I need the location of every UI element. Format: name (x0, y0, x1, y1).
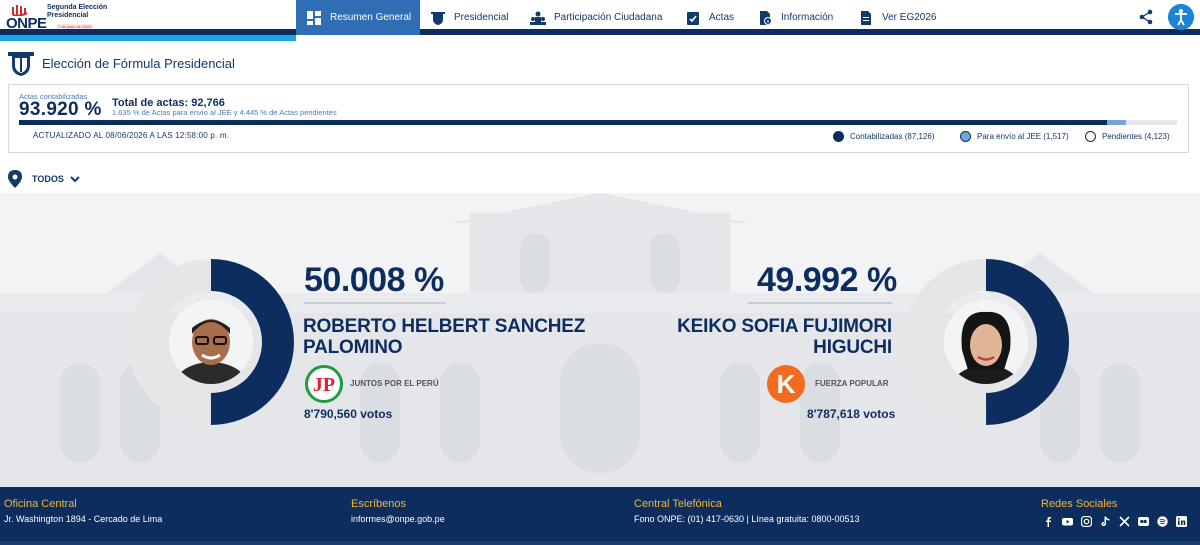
youtube-icon[interactable] (1062, 514, 1073, 526)
results-hero: 50.008 % ROBERTO HELBERT SANCHEZ PALOMIN… (0, 193, 1200, 487)
legend-dot (1085, 131, 1096, 142)
page-title-row: Elección de Fórmula Presidencial (6, 48, 235, 78)
dashboard-icon (307, 10, 321, 25)
nav-resumen-general[interactable]: Resumen General (296, 0, 420, 35)
logo-text: ONPE (6, 15, 47, 32)
actas-percentage: 93.920 % (19, 99, 102, 120)
candidate-2-votes: 8'787,618 votos (807, 407, 896, 421)
location-pin-icon (8, 170, 22, 188)
legend-label: Contabilizadas (87,126) (850, 132, 935, 141)
page-title: Elección de Fórmula Presidencial (42, 55, 235, 71)
nav-label: Presidencial (454, 12, 509, 23)
info-document-icon (760, 10, 772, 25)
legend-contabilizadas: Contabilizadas (87,126) (833, 131, 935, 142)
candidate-1-name: ROBERTO HELBERT SANCHEZ PALOMINO (303, 316, 585, 358)
tiktok-icon[interactable] (1100, 514, 1111, 526)
legend-dot (833, 131, 844, 142)
x-icon[interactable] (1119, 514, 1130, 527)
party-logo-text: JP (313, 374, 335, 396)
candidate-1-name-line1: ROBERTO HELBERT SANCHEZ (303, 316, 586, 337)
actas-summary-card: Actas contabilizadas 93.920 % Total de a… (8, 84, 1189, 153)
party-logo-text: K (777, 369, 796, 399)
progress-jee (1106, 120, 1126, 125)
actas-sub-note: 1.635 % de Actas para envío al JEE y 4.4… (112, 108, 337, 117)
clipboard-check-icon (687, 11, 699, 25)
flickr-icon[interactable] (1138, 514, 1149, 526)
footer: Oficina Central Jr. Washington 1894 - Ce… (0, 487, 1200, 545)
nav-label: Actas (709, 12, 735, 23)
divider (304, 302, 446, 304)
candidate-2-name: KEIKO SOFIA FUJIMORI HIGUCHI (660, 316, 892, 358)
nav-label: Ver EG2026 (882, 12, 937, 23)
coat-of-arms-icon (431, 11, 445, 25)
footer-social-heading: Redes Sociales (1041, 498, 1118, 510)
fuerza-popular-logo: K (767, 365, 805, 403)
spotify-icon[interactable] (1157, 514, 1168, 527)
footer-bottom-strip (0, 541, 1200, 545)
candidate-2-name-line2: HIGUCHI (813, 337, 892, 358)
footer-phone-text: Fono ONPE: (01) 417-0630 | Línea gratuit… (634, 514, 860, 524)
legend-jee: Para envío al JEE (1,517) (960, 131, 1069, 142)
logo-date: 7 de junio de 2026 (56, 24, 93, 29)
candidate-2-name-line1: KEIKO SOFIA FUJIMORI (677, 316, 892, 337)
candidate-1-votes: 8'790,560 votos (304, 407, 393, 421)
candidate-1-percentage: 50.008 % (304, 261, 444, 299)
share-icon[interactable] (1138, 9, 1154, 25)
legend-label: Pendientes (4,123) (1102, 132, 1170, 141)
coat-of-arms-icon (8, 52, 34, 76)
legend-dot (960, 131, 971, 142)
footer-write-heading: Escríbenos (351, 498, 407, 510)
nav-label: Participación Ciudadana (554, 12, 663, 23)
accessibility-icon[interactable] (1168, 4, 1194, 30)
juntos-por-el-peru-logo: JP (305, 365, 343, 403)
nav-informacion[interactable]: Información (757, 0, 833, 35)
nav-label: Información (781, 12, 834, 23)
candidate-1-photo (169, 300, 253, 384)
legend-label: Para envío al JEE (1,517) (977, 132, 1069, 141)
social-links (1043, 514, 1195, 528)
footer-email-link[interactable]: informes@onpe.gob.pe (351, 514, 445, 524)
candidate-2-party: FUERZA POPULAR (815, 379, 889, 388)
top-navigation: ONPE Segunda Elección Presidencial 7 de … (0, 0, 1200, 35)
candidate-1-name-line2: PALOMINO (303, 337, 403, 358)
footer-office-heading: Oficina Central (4, 498, 77, 510)
header-accent-bar (0, 35, 296, 41)
linkedin-icon[interactable] (1176, 514, 1187, 527)
actas-progress-bar (19, 120, 1177, 125)
nav-actas[interactable]: Actas (685, 0, 734, 35)
progress-contabilizadas (19, 120, 1107, 125)
nav-presidencial[interactable]: Presidencial (430, 0, 508, 35)
facebook-icon[interactable] (1043, 514, 1054, 527)
region-filter-dropdown[interactable]: TODOS (8, 170, 80, 188)
footer-office-address: Jr. Washington 1894 - Cercado de Lima (4, 514, 163, 524)
filter-label: TODOS (32, 174, 64, 184)
nav-ver-eg2026[interactable]: Ver EG2026 (858, 0, 936, 35)
people-icon (530, 11, 546, 25)
footer-phone-heading: Central Telefónica (634, 498, 722, 510)
candidate-2-photo (944, 300, 1028, 384)
chevron-down-icon (70, 176, 80, 183)
nav-participacion-ciudadana[interactable]: Participación Ciudadana (530, 0, 662, 35)
onpe-logo[interactable]: ONPE Segunda Elección Presidencial 7 de … (4, 2, 114, 34)
logo-title: Segunda Elección Presidencial (47, 4, 108, 19)
divider (748, 302, 892, 304)
instagram-icon[interactable] (1080, 514, 1093, 528)
candidate-1-party: JUNTOS POR EL PERÚ (350, 379, 439, 388)
nav-label: Resumen General (330, 12, 412, 23)
legend-pendientes: Pendientes (4,123) (1085, 131, 1170, 142)
candidate-2-percentage: 49.992 % (757, 261, 897, 299)
document-icon (861, 10, 871, 25)
updated-timestamp: ACTUALIZADO AL 08/06/2026 A LAS 12:58:00… (33, 131, 230, 140)
